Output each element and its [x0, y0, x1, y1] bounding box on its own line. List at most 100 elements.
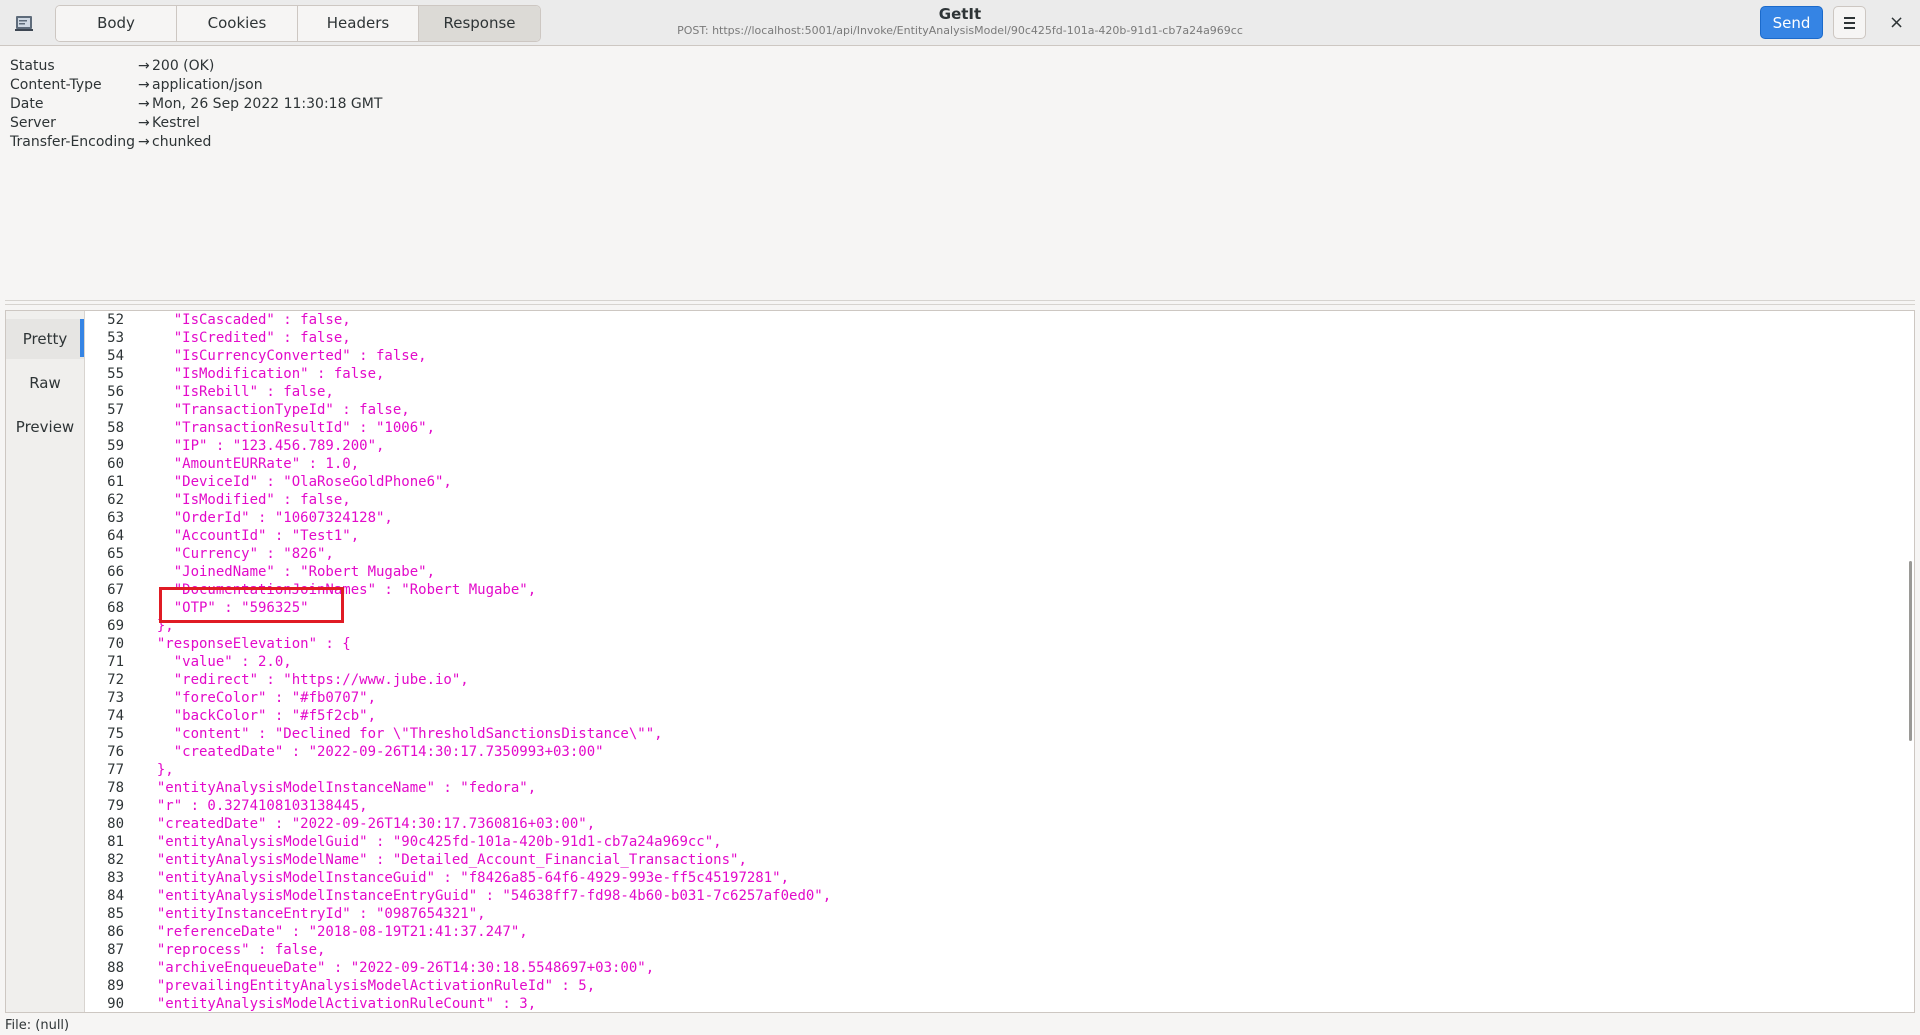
code-text: "IsCascaded" : false,	[140, 312, 351, 328]
code-line: 87 "reprocess" : false,	[84, 941, 1904, 959]
code-line: 55 "IsModification" : false,	[84, 365, 1904, 383]
line-number: 56	[107, 384, 124, 400]
code-line: 77 },	[84, 761, 1904, 779]
line-number: 67	[107, 582, 124, 598]
code-line: 78 "entityAnalysisModelInstanceName" : "…	[84, 779, 1904, 797]
view-mode-raw[interactable]: Raw	[6, 363, 84, 403]
code-text: "IsModified" : false,	[140, 492, 351, 508]
code-text: "AccountId" : "Test1",	[140, 528, 360, 544]
arrow-icon: →	[138, 134, 150, 150]
header-row-content-type: Content-Type → application/json	[10, 76, 382, 95]
line-number: 71	[107, 654, 124, 670]
header-row-server: Server → Kestrel	[10, 114, 382, 133]
code-line: 58 "TransactionResultId" : "1006",	[84, 419, 1904, 437]
code-text: "entityAnalysisModelActivationRuleCount"…	[140, 996, 537, 1012]
line-number: 82	[107, 852, 124, 868]
view-mode-pretty[interactable]: Pretty	[6, 319, 84, 359]
view-mode-preview[interactable]: Preview	[6, 407, 84, 447]
code-text: "IsCurrencyConverted" : false,	[140, 348, 427, 364]
code-text: "IsRebill" : false,	[140, 384, 334, 400]
code-line: 83 "entityAnalysisModelInstanceGuid" : "…	[84, 869, 1904, 887]
code-text: "redirect" : "https://www.jube.io",	[140, 672, 469, 688]
code-text: "entityAnalysisModelInstanceName" : "fed…	[140, 780, 537, 796]
response-headers-list: Status → 200 (OK) Content-Type → applica…	[10, 57, 382, 152]
code-line: 80 "createdDate" : "2022-09-26T14:30:17.…	[84, 815, 1904, 833]
line-number: 54	[107, 348, 124, 364]
code-line: 74 "backColor" : "#f5f2cb",	[84, 707, 1904, 725]
code-text: "DeviceId" : "OlaRoseGoldPhone6",	[140, 474, 452, 490]
hamburger-menu-icon[interactable]	[1833, 6, 1866, 39]
line-number: 79	[107, 798, 124, 814]
header-name: Status	[10, 58, 55, 74]
code-text: "entityInstanceEntryId" : "0987654321",	[140, 906, 486, 922]
line-number: 78	[107, 780, 124, 796]
code-line: 53 "IsCredited" : false,	[84, 329, 1904, 347]
code-line: 60 "AmountEURRate" : 1.0,	[84, 455, 1904, 473]
line-number: 53	[107, 330, 124, 346]
line-number: 73	[107, 690, 124, 706]
code-line: 85 "entityInstanceEntryId" : "0987654321…	[84, 905, 1904, 923]
line-number: 70	[107, 636, 124, 652]
header-name: Server	[10, 115, 56, 131]
status-bar-file: File: (null)	[5, 1018, 70, 1033]
line-number: 88	[107, 960, 124, 976]
code-line: 68 "OTP" : "596325"	[84, 599, 1904, 617]
tab-headers[interactable]: Headers	[298, 6, 419, 41]
code-text: "prevailingEntityAnalysisModelActivation…	[140, 978, 596, 994]
code-text: "reprocess" : false,	[140, 942, 326, 958]
line-number: 75	[107, 726, 124, 742]
line-number: 83	[107, 870, 124, 886]
header-row-date: Date → Mon, 26 Sep 2022 11:30:18 GMT	[10, 95, 382, 114]
line-number: 84	[107, 888, 124, 904]
header-row-transfer-encoding: Transfer-Encoding → chunked	[10, 133, 382, 152]
header-name: Content-Type	[10, 77, 102, 93]
code-line: 63 "OrderId" : "10607324128",	[84, 509, 1904, 527]
header-value: chunked	[152, 134, 212, 150]
json-code-view[interactable]: 52 "IsCascaded" : false, 53 "IsCredited" …	[84, 311, 1904, 1012]
code-text: "archiveEnqueueDate" : "2022-09-26T14:30…	[140, 960, 655, 976]
code-line: 56 "IsRebill" : false,	[84, 383, 1904, 401]
line-number: 80	[107, 816, 124, 832]
code-text: "createdDate" : "2022-09-26T14:30:17.736…	[140, 816, 596, 832]
code-line: 54 "IsCurrencyConverted" : false,	[84, 347, 1904, 365]
header-name: Transfer-Encoding	[10, 134, 135, 150]
code-line: 81 "entityAnalysisModelGuid" : "90c425fd…	[84, 833, 1904, 851]
send-button[interactable]: Send	[1760, 6, 1823, 39]
code-line: 71 "value" : 2.0,	[84, 653, 1904, 671]
code-line: 88 "archiveEnqueueDate" : "2022-09-26T14…	[84, 959, 1904, 977]
code-text: "JoinedName" : "Robert Mugabe",	[140, 564, 436, 580]
close-icon[interactable]: ×	[1880, 6, 1913, 39]
code-text: "IsCredited" : false,	[140, 330, 351, 346]
vertical-scrollbar[interactable]	[1909, 561, 1912, 741]
code-text: "responseElevation" : {	[140, 636, 351, 652]
code-line: 86 "referenceDate" : "2018-08-19T21:41:3…	[84, 923, 1904, 941]
line-number: 81	[107, 834, 124, 850]
line-number: 58	[107, 420, 124, 436]
arrow-icon: →	[138, 96, 150, 112]
tab-response[interactable]: Response	[419, 6, 540, 41]
line-number: 59	[107, 438, 124, 454]
code-text: "AmountEURRate" : 1.0,	[140, 456, 360, 472]
code-text: "entityAnalysisModelGuid" : "90c425fd-10…	[140, 834, 722, 850]
line-number: 52	[107, 312, 124, 328]
tab-cookies[interactable]: Cookies	[177, 6, 298, 41]
code-text: "r" : 0.3274108103138445,	[140, 798, 368, 814]
code-line: 64 "AccountId" : "Test1",	[84, 527, 1904, 545]
code-line: 90 "entityAnalysisModelActivationRuleCou…	[84, 995, 1904, 1012]
line-number: 57	[107, 402, 124, 418]
app-icon	[15, 16, 33, 31]
arrow-icon: →	[138, 77, 150, 93]
line-number: 76	[107, 744, 124, 760]
line-number: 90	[107, 996, 124, 1012]
line-number: 64	[107, 528, 124, 544]
code-text: "createdDate" : "2022-09-26T14:30:17.735…	[140, 744, 604, 760]
otp-highlight-box	[159, 587, 344, 623]
header-value: Kestrel	[152, 115, 200, 131]
arrow-icon: →	[138, 115, 150, 131]
arrow-icon: →	[138, 58, 150, 74]
line-number: 69	[107, 618, 124, 634]
code-text: "backColor" : "#f5f2cb",	[140, 708, 377, 724]
tab-body[interactable]: Body	[56, 6, 177, 41]
pane-separator[interactable]	[5, 300, 1915, 301]
code-line: 82 "entityAnalysisModelName" : "Detailed…	[84, 851, 1904, 869]
